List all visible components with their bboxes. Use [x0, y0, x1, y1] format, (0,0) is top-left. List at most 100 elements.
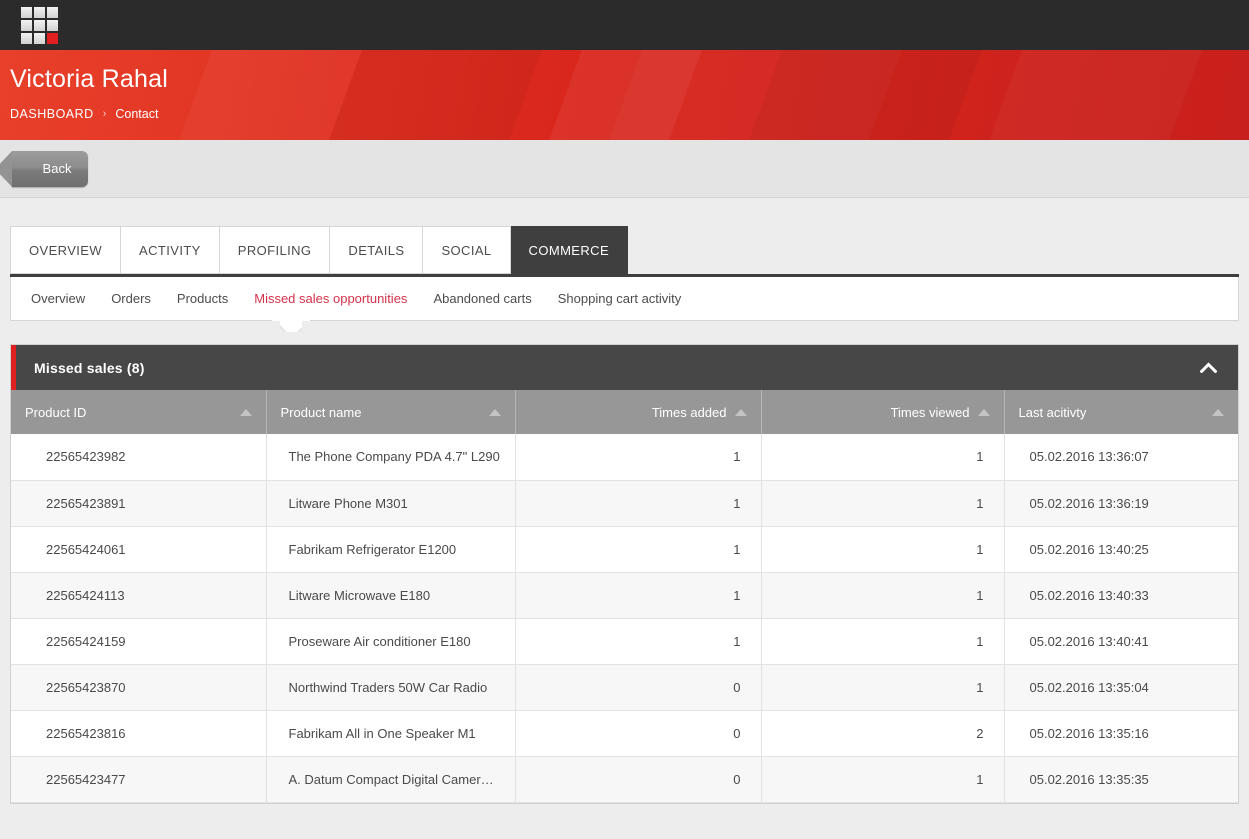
- logo-cell: [21, 32, 32, 44]
- app-logo-icon[interactable]: [21, 6, 58, 44]
- cell-times-added: 1: [515, 618, 762, 665]
- logo-cell: [47, 19, 58, 31]
- cell-last-activity: 05.02.2016 13:40:25: [1004, 526, 1238, 573]
- logo-cell: [21, 6, 32, 18]
- cell-product-name: Litware Microwave E180: [266, 572, 516, 619]
- table-header-row: Product ID Product name Times added Time…: [11, 390, 1238, 434]
- breadcrumb: DASHBOARD › Contact: [10, 107, 1249, 121]
- cell-product-id: 22565424159: [11, 618, 267, 665]
- tab-commerce[interactable]: COMMERCE: [510, 226, 629, 274]
- cell-last-activity: 05.02.2016 13:35:16: [1004, 710, 1238, 757]
- cell-product-name: Proseware Air conditioner E180: [266, 618, 516, 665]
- panel-header: Missed sales (8): [11, 345, 1238, 390]
- page-header: Victoria Rahal DASHBOARD › Contact: [0, 50, 1249, 140]
- cell-product-name: Fabrikam All in One Speaker M1: [266, 710, 516, 757]
- cell-times-added: 0: [515, 664, 762, 711]
- subnav-item-missed-sales-opportunities[interactable]: Missed sales opportunities: [254, 291, 407, 306]
- cell-last-activity: 05.02.2016 13:36:07: [1004, 434, 1238, 481]
- table-row[interactable]: 22565423477 A. Datum Compact Digital Cam…: [11, 756, 1238, 803]
- top-bar: [0, 0, 1249, 50]
- cell-times-viewed: 1: [761, 664, 1005, 711]
- panel-title: Missed sales (8): [34, 359, 145, 376]
- tab-activity[interactable]: ACTIVITY: [121, 226, 220, 274]
- column-label: Times viewed: [890, 404, 970, 420]
- column-label: Times added: [651, 404, 727, 420]
- subnav-item-shopping-cart-activity[interactable]: Shopping cart activity: [558, 291, 682, 306]
- cell-product-id: 22565423816: [11, 710, 267, 757]
- sort-asc-icon[interactable]: [977, 408, 990, 416]
- cell-last-activity: 05.02.2016 13:35:04: [1004, 664, 1238, 711]
- breadcrumb-dashboard[interactable]: DASHBOARD: [10, 107, 94, 121]
- column-label: Last acitivty: [1018, 404, 1087, 420]
- cell-product-name: The Phone Company PDA 4.7" L290: [266, 434, 516, 481]
- column-header-times-added[interactable]: Times added: [515, 390, 762, 434]
- logo-cell: [47, 6, 58, 18]
- table-row[interactable]: 22565423891 Litware Phone M301 1 1 05.02…: [11, 480, 1238, 527]
- cell-product-name: A. Datum Compact Digital Camera …: [266, 756, 516, 803]
- cell-times-viewed: 1: [761, 618, 1005, 665]
- subnav-active-pointer-icon: [280, 321, 302, 332]
- table-row[interactable]: 22565424061 Fabrikam Refrigerator E1200 …: [11, 526, 1238, 573]
- cell-product-name: Litware Phone M301: [266, 480, 516, 527]
- subnav-pointer-mask: [272, 319, 310, 321]
- cell-product-name: Fabrikam Refrigerator E1200: [266, 526, 516, 573]
- logo-cell: [21, 19, 32, 31]
- subnav-container: Overview Orders Products Missed sales op…: [10, 277, 1239, 321]
- tab-strip: OVERVIEW ACTIVITY PROFILING DETAILS SOCI…: [10, 226, 1249, 274]
- column-header-product-id[interactable]: Product ID: [11, 390, 267, 434]
- cell-last-activity: 05.02.2016 13:40:41: [1004, 618, 1238, 665]
- column-label: Product ID: [25, 404, 87, 420]
- sort-asc-icon[interactable]: [239, 408, 252, 416]
- subnav-item-abandoned-carts[interactable]: Abandoned carts: [433, 291, 531, 306]
- chevron-up-icon: [1199, 362, 1217, 373]
- subnav-item-orders[interactable]: Orders: [111, 291, 151, 306]
- subnav-item-products[interactable]: Products: [177, 291, 228, 306]
- table-row[interactable]: 22565423982 The Phone Company PDA 4.7" L…: [11, 434, 1238, 481]
- cell-times-viewed: 2: [761, 710, 1005, 757]
- cell-times-viewed: 1: [761, 480, 1005, 527]
- column-label: Product name: [280, 404, 362, 420]
- sort-asc-icon[interactable]: [1212, 408, 1224, 416]
- cell-last-activity: 05.02.2016 13:40:33: [1004, 572, 1238, 619]
- table-row[interactable]: 22565424159 Proseware Air conditioner E1…: [11, 618, 1238, 665]
- page-title: Victoria Rahal: [10, 65, 168, 93]
- column-header-times-viewed[interactable]: Times viewed: [761, 390, 1005, 434]
- tab-details[interactable]: DETAILS: [330, 226, 424, 274]
- missed-sales-panel: Missed sales (8) Product ID Product name…: [10, 344, 1239, 804]
- cell-product-id: 22565424061: [11, 526, 267, 573]
- action-bar: Back: [0, 140, 1249, 198]
- cell-product-id: 22565423982: [11, 434, 267, 481]
- table-row[interactable]: 22565424113 Litware Microwave E180 1 1 0…: [11, 572, 1238, 619]
- back-button[interactable]: Back: [0, 150, 88, 187]
- cell-times-added: 1: [515, 526, 762, 573]
- column-header-product-name[interactable]: Product name: [266, 390, 516, 434]
- cell-product-id: 22565423477: [11, 756, 267, 803]
- cell-times-viewed: 1: [761, 526, 1005, 573]
- missed-sales-table: Product ID Product name Times added Time…: [11, 390, 1238, 803]
- cell-times-added: 0: [515, 710, 762, 757]
- cell-times-added: 0: [515, 756, 762, 803]
- tab-profiling[interactable]: PROFILING: [219, 226, 331, 274]
- table-row[interactable]: 22565423816 Fabrikam All in One Speaker …: [11, 710, 1238, 757]
- cell-times-viewed: 1: [761, 572, 1005, 619]
- cell-last-activity: 05.02.2016 13:36:19: [1004, 480, 1238, 527]
- sort-asc-icon[interactable]: [488, 408, 501, 416]
- tab-overview[interactable]: OVERVIEW: [10, 226, 122, 274]
- tab-social[interactable]: SOCIAL: [423, 226, 511, 274]
- cell-product-id: 22565424113: [11, 572, 267, 619]
- cell-product-id: 22565423870: [11, 664, 267, 711]
- subnav: Overview Orders Products Missed sales op…: [10, 277, 1239, 321]
- logo-cell-accent: [47, 32, 58, 44]
- breadcrumb-current: Contact: [115, 107, 159, 121]
- subnav-item-overview[interactable]: Overview: [31, 291, 85, 306]
- tab-strip-container: OVERVIEW ACTIVITY PROFILING DETAILS SOCI…: [0, 198, 1249, 277]
- column-header-last-activity[interactable]: Last acitivty: [1004, 390, 1238, 434]
- cell-times-added: 1: [515, 434, 762, 481]
- table-row[interactable]: 22565423870 Northwind Traders 50W Car Ra…: [11, 664, 1238, 711]
- sort-asc-icon[interactable]: [734, 408, 747, 416]
- cell-product-name: Northwind Traders 50W Car Radio: [266, 664, 516, 711]
- cell-times-viewed: 1: [761, 756, 1005, 803]
- logo-cell: [34, 6, 45, 18]
- panel-collapse-button[interactable]: [1194, 354, 1222, 382]
- logo-cell: [34, 19, 45, 31]
